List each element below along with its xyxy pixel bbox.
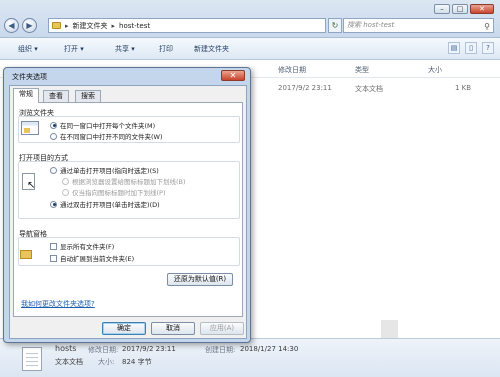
breadcrumb-item[interactable]: 新建文件夹	[73, 21, 108, 31]
maximize-button[interactable]: □	[452, 4, 468, 14]
single-click-option[interactable]: 通过单击打开项目(指向时选定)(S)	[50, 165, 159, 175]
breadcrumb-item[interactable]: host-test	[119, 22, 150, 30]
close-button[interactable]: ✕	[470, 4, 494, 14]
window-icon	[21, 121, 39, 135]
cancel-button[interactable]: 取消	[151, 322, 195, 335]
help-link[interactable]: 我如何更改文件夹选项?	[21, 299, 95, 309]
folder-tree-icon	[20, 250, 32, 259]
option-label: 在同一窗口中打开每个文件夹(M)	[60, 122, 156, 130]
organize-menu[interactable]: 组织 ▾	[18, 44, 38, 54]
option-label: 仅当指向图标标题时加下划线(P)	[72, 189, 166, 197]
details-size: 824 字节	[122, 358, 152, 366]
option-label: 在不同窗口中打开不同的文件夹(W)	[60, 133, 163, 141]
dialog-title: 文件夹选项	[12, 73, 47, 81]
search-placeholder: 搜索 host-test	[347, 21, 395, 29]
option-label: 通过单击打开项目(指向时选定)(S)	[60, 167, 159, 175]
details-modified: 2017/9/2 23:11	[122, 345, 176, 353]
dialog-body: 常规 查看 搜索 浏览文件夹 在同一窗口中打开每个文件夹(M) 在不同窗口中打开…	[9, 85, 247, 339]
cursor-icon: ↖	[27, 180, 36, 191]
checkbox-icon	[50, 242, 57, 250]
column-type[interactable]: 类型	[355, 65, 369, 75]
checkbox-icon	[50, 254, 57, 262]
details-size-label: 大小:	[98, 358, 115, 366]
open-menu[interactable]: 打开 ▾	[64, 44, 84, 54]
ok-button[interactable]: 确定	[102, 322, 146, 335]
new-folder-button[interactable]: 新建文件夹	[194, 44, 229, 54]
breadcrumb-separator-icon: ▸	[65, 21, 69, 30]
title-bar: – □ ✕ ◀ ▶ ▸ 新建文件夹 ▸ host-test ↻ 搜索 host-…	[0, 0, 500, 38]
radio-icon	[62, 188, 69, 196]
details-pane: hosts 修改日期: 2017/9/2 23:11 创建日期: 2018/1/…	[0, 338, 500, 377]
radio-icon	[50, 121, 57, 129]
file-modified: 2017/9/2 23:11	[278, 84, 332, 92]
details-created-label: 创建日期:	[205, 346, 236, 354]
browse-new-window-option[interactable]: 在不同窗口中打开不同的文件夹(W)	[50, 131, 163, 141]
divider	[381, 320, 398, 338]
details-file-type: 文本文档	[55, 358, 83, 366]
details-created: 2018/1/27 14:30	[240, 345, 299, 353]
back-button[interactable]: ◀	[4, 18, 19, 33]
radio-icon	[62, 177, 69, 185]
help-icon[interactable]: ?	[482, 42, 494, 54]
show-all-folders-option[interactable]: 显示所有文件夹(F)	[50, 241, 114, 251]
folder-options-dialog: 文件夹选项 ✕ 常规 查看 搜索 浏览文件夹 在同一窗口中打开每个文件夹(M) …	[3, 67, 251, 343]
radio-icon	[50, 166, 57, 174]
forward-button[interactable]: ▶	[22, 18, 37, 33]
option-label: 显示所有文件夹(F)	[60, 243, 115, 251]
tab-page-general: 浏览文件夹 在同一窗口中打开每个文件夹(M) 在不同窗口中打开不同的文件夹(W)…	[13, 102, 243, 317]
window-controls: – □ ✕	[434, 4, 494, 14]
print-button[interactable]: 打印	[159, 44, 173, 54]
apply-button[interactable]: 应用(A)	[200, 322, 244, 335]
option-label: 根据浏览器设置给图标标题加下划线(B)	[72, 178, 186, 186]
refresh-button[interactable]: ↻	[328, 18, 342, 33]
search-input[interactable]: 搜索 host-test ⚲	[343, 18, 494, 33]
radio-icon	[50, 132, 57, 140]
share-menu[interactable]: 共享 ▾	[115, 44, 135, 54]
address-bar[interactable]: ▸ 新建文件夹 ▸ host-test	[48, 18, 326, 33]
folder-icon	[52, 22, 61, 29]
underline-hover-option[interactable]: 仅当指向图标标题时加下划线(P)	[62, 187, 166, 197]
underline-browser-option[interactable]: 根据浏览器设置给图标标题加下划线(B)	[62, 176, 186, 186]
details-modified-label: 修改日期:	[88, 346, 119, 354]
auto-expand-option[interactable]: 自动扩展到当前文件夹(E)	[50, 253, 134, 263]
browse-same-window-option[interactable]: 在同一窗口中打开每个文件夹(M)	[50, 120, 155, 130]
column-modified[interactable]: 修改日期	[278, 65, 306, 75]
dialog-close-button[interactable]: ✕	[221, 70, 245, 81]
tab-search[interactable]: 搜索	[75, 90, 101, 102]
preview-pane-icon[interactable]: ▯	[465, 42, 477, 54]
file-type: 文本文档	[355, 85, 383, 93]
option-label: 自动扩展到当前文件夹(E)	[60, 255, 135, 263]
radio-icon	[50, 200, 57, 208]
column-size[interactable]: 大小	[428, 65, 442, 75]
file-size: 1 KB	[455, 84, 472, 92]
tab-general[interactable]: 常规	[13, 88, 39, 103]
search-icon: ⚲	[484, 22, 490, 31]
breadcrumb-separator-icon: ▸	[111, 21, 116, 30]
minimize-button[interactable]: –	[434, 4, 450, 14]
tab-view[interactable]: 查看	[43, 90, 69, 102]
details-file-name: hosts	[55, 344, 77, 353]
view-options-icon[interactable]: ▤	[448, 42, 460, 54]
option-label: 通过双击打开项目(单击时选定)(D)	[60, 201, 160, 209]
command-bar: 组织 ▾ 打开 ▾ 共享 ▾ 打印 新建文件夹 ▤ ▯ ?	[0, 38, 500, 60]
double-click-option[interactable]: 通过双击打开项目(单击时选定)(D)	[50, 199, 160, 209]
text-file-icon	[22, 347, 42, 371]
restore-defaults-button[interactable]: 还原为默认值(R)	[167, 273, 233, 286]
